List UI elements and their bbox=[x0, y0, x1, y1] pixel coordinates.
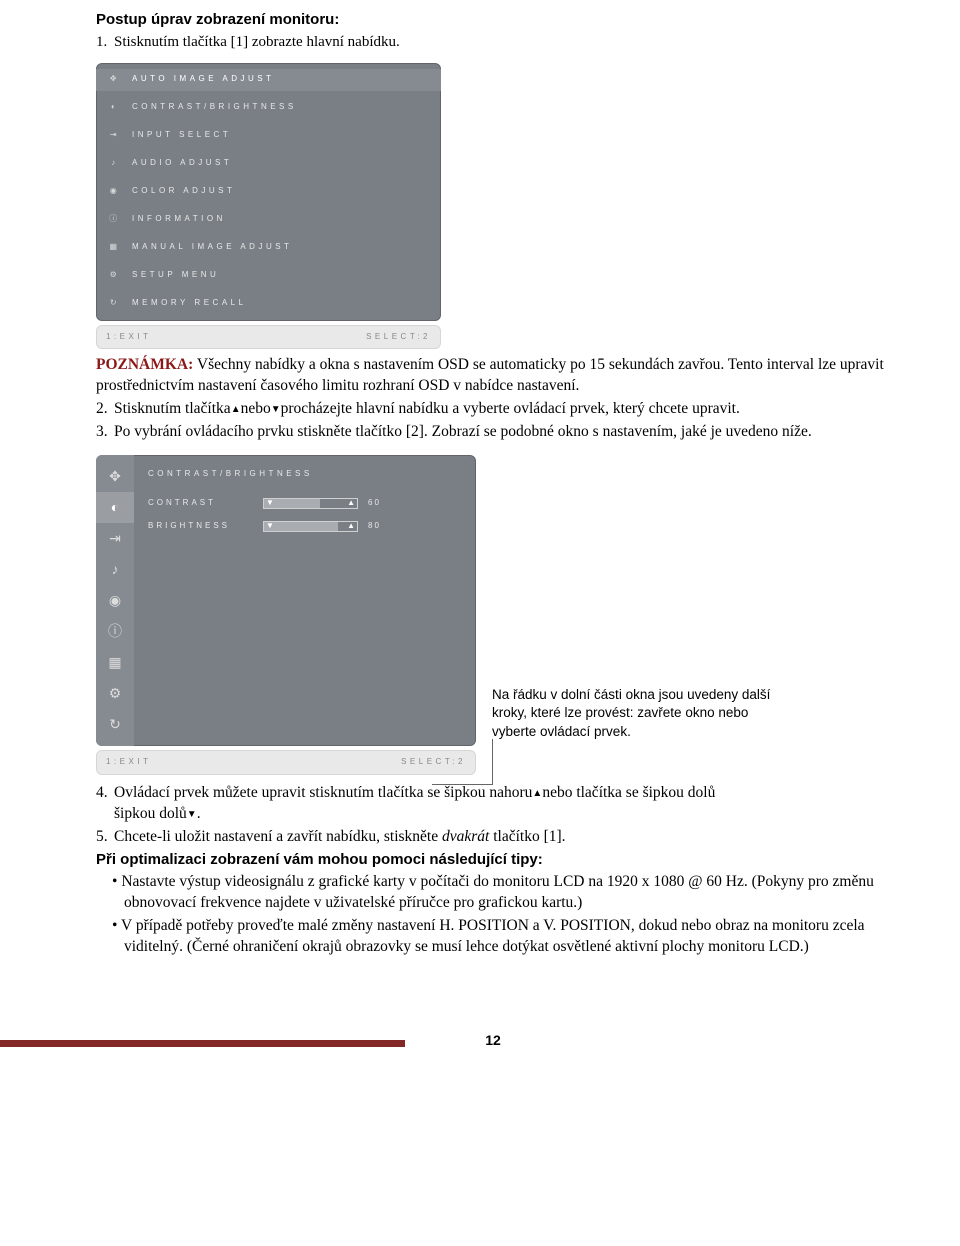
color-icon: ◉ bbox=[96, 585, 134, 616]
osd-contrast-menu: ✥ ◐ ⇥ ♪ ◉ ⓘ ▦ ⚙ ↻ CONTRAST/BRIGHTNESS CO… bbox=[96, 455, 476, 775]
page-number: 12 bbox=[485, 1031, 501, 1050]
osd-item: ◉COLOR ADJUST bbox=[96, 181, 441, 203]
brightness-slider: ▼ ▲ bbox=[263, 521, 358, 532]
page-title: Postup úprav zobrazení monitoru: bbox=[96, 10, 890, 30]
callout-text: Na řádku v dolní části okna jsou uvedeny… bbox=[492, 686, 792, 741]
input-icon: ⇥ bbox=[106, 130, 124, 142]
manual-icon: ▦ bbox=[96, 647, 134, 678]
contrast-icon: ◐ bbox=[106, 102, 124, 114]
osd-footer: 1:EXIT SELECT:2 bbox=[96, 325, 441, 350]
step-1: 1.Stisknutím tlačítka [1] zobrazte hlavn… bbox=[96, 32, 890, 52]
osd-exit-hint: 1:EXIT bbox=[106, 757, 151, 768]
tip-item: • Nastavte výstup videosignálu z grafick… bbox=[96, 872, 890, 914]
tip-item: • V případě potřeby proveďte malé změny … bbox=[96, 916, 890, 958]
osd-item: ▦MANUAL IMAGE ADJUST bbox=[96, 237, 441, 259]
osd-exit-hint: 1:EXIT bbox=[106, 332, 151, 343]
recall-icon: ↻ bbox=[96, 709, 134, 740]
osd-item: ♪AUDIO ADJUST bbox=[96, 153, 441, 175]
audio-icon: ♪ bbox=[96, 554, 134, 585]
step-3: 3.Po vybrání ovládacího prvku stiskněte … bbox=[96, 422, 890, 443]
note: POZNÁMKA: Všechny nabídky a okna s nasta… bbox=[96, 355, 890, 397]
osd-slider-row: CONTRAST ▼ ▲ 60 bbox=[144, 492, 466, 515]
osd-item: ⚙SETUP MENU bbox=[96, 265, 441, 287]
auto-adjust-icon: ✥ bbox=[96, 461, 134, 492]
osd-item: ⓘINFORMATION bbox=[96, 209, 441, 231]
step-5: 5.Chcete-li uložit nastavení a zavřít na… bbox=[96, 827, 890, 848]
osd-item: ✥AUTO IMAGE ADJUST bbox=[96, 69, 441, 91]
slider-down-icon: ▼ bbox=[264, 521, 276, 532]
input-icon: ⇥ bbox=[96, 523, 134, 554]
step-2: 2.Stisknutím tlačítka▲nebo▼procházejte h… bbox=[96, 399, 890, 420]
osd-submenu-title: CONTRAST/BRIGHTNESS bbox=[144, 465, 466, 492]
contrast-slider: ▼ ▲ bbox=[263, 498, 358, 509]
slider-up-icon: ▲ bbox=[345, 498, 357, 509]
osd-sidebar: ✥ ◐ ⇥ ♪ ◉ ⓘ ▦ ⚙ ↻ bbox=[96, 455, 134, 746]
osd-item: ◐CONTRAST/BRIGHTNESS bbox=[96, 97, 441, 119]
osd-slider-row: BRIGHTNESS ▼ ▲ 80 bbox=[144, 515, 466, 538]
tips-heading: Při optimalizaci zobrazení vám mohou pom… bbox=[96, 850, 890, 870]
slider-up-icon: ▲ bbox=[345, 521, 357, 532]
slider-label: CONTRAST bbox=[148, 498, 253, 509]
page-footer: 12 bbox=[96, 1017, 890, 1053]
slider-label: BRIGHTNESS bbox=[148, 521, 253, 532]
info-icon: ⓘ bbox=[106, 214, 124, 226]
setup-icon: ⚙ bbox=[96, 678, 134, 709]
slider-down-icon: ▼ bbox=[264, 498, 276, 509]
recall-icon: ↻ bbox=[106, 298, 124, 310]
note-label: POZNÁMKA: bbox=[96, 356, 193, 373]
footer-bar bbox=[0, 1040, 405, 1047]
manual-icon: ▦ bbox=[106, 242, 124, 254]
auto-adjust-icon: ✥ bbox=[106, 74, 124, 86]
osd-item: ↻MEMORY RECALL bbox=[96, 293, 441, 315]
osd-select-hint: SELECT:2 bbox=[401, 757, 466, 768]
slider-value: 80 bbox=[368, 521, 386, 532]
step-4: 4.Ovládací prvek můžete upravit stisknut… bbox=[96, 783, 890, 825]
audio-icon: ♪ bbox=[106, 158, 124, 170]
color-icon: ◉ bbox=[106, 186, 124, 198]
osd-select-hint: SELECT:2 bbox=[366, 332, 431, 343]
contrast-icon: ◐ bbox=[96, 492, 134, 523]
setup-icon: ⚙ bbox=[106, 270, 124, 282]
osd-footer: 1:EXIT SELECT:2 bbox=[96, 750, 476, 775]
info-icon: ⓘ bbox=[96, 616, 134, 647]
slider-value: 60 bbox=[368, 498, 386, 509]
osd-item: ⇥INPUT SELECT bbox=[96, 125, 441, 147]
osd-main-menu: ✥AUTO IMAGE ADJUST ◐CONTRAST/BRIGHTNESS … bbox=[96, 63, 441, 350]
